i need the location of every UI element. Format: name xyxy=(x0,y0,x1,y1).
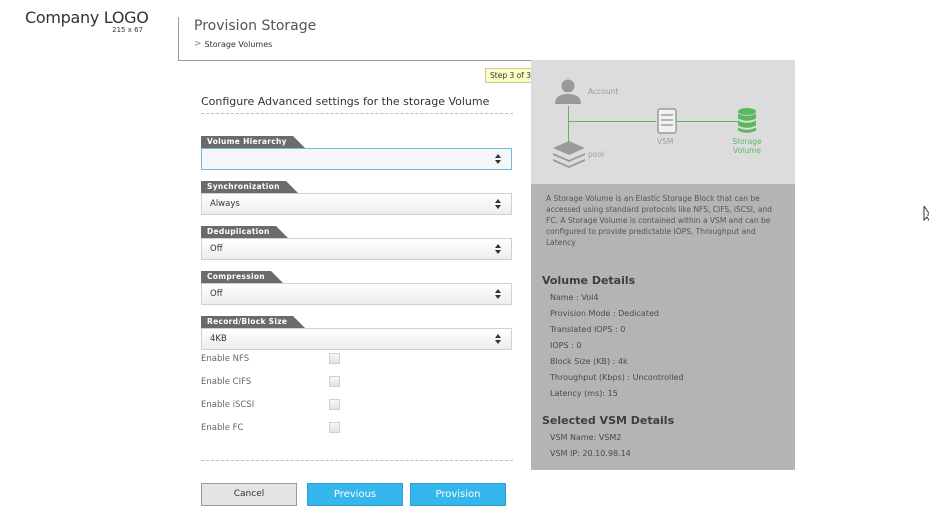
synchronization-field: Synchronization Always xyxy=(201,174,512,215)
storage-volume-label-line2: Volume xyxy=(733,146,761,155)
select-arrows-icon xyxy=(495,154,501,164)
volume-detail-provision-mode: Provision Mode : Dedicated xyxy=(550,309,659,318)
breadcrumb-chevron-icon: > xyxy=(194,39,202,49)
vsm-detail-ip: VSM IP: 20.10.98.14 xyxy=(550,449,631,458)
provision-button[interactable]: Provision xyxy=(410,483,506,506)
storage-volume-description: A Storage Volume is an Elastic Storage B… xyxy=(546,194,772,247)
account-icon xyxy=(555,79,581,104)
block-size-field: Record/Block Size 4KB xyxy=(201,309,512,350)
enable-nfs-checkbox[interactable] xyxy=(329,353,340,364)
logo-text: Company LOGO xyxy=(25,8,149,27)
volume-detail-block-size: Block Size (KB) : 4k xyxy=(550,357,628,366)
volume-detail-translated-iops: Translated IOPS : 0 xyxy=(550,325,626,334)
divider xyxy=(201,113,513,114)
enable-fc-checkbox[interactable] xyxy=(329,422,340,433)
connector-line xyxy=(677,121,739,122)
enable-iscsi-row: Enable iSCSI xyxy=(201,399,351,413)
deduplication-field: Deduplication Off xyxy=(201,219,512,260)
vsm-server-icon xyxy=(657,108,677,134)
enable-cifs-checkbox[interactable] xyxy=(329,376,340,387)
field-label: Deduplication xyxy=(201,226,288,238)
select-arrows-icon xyxy=(495,244,501,254)
volume-detail-name: Name : Vol4 xyxy=(550,293,599,302)
enable-fc-row: Enable FC xyxy=(201,422,351,436)
storage-volume-database-icon xyxy=(738,108,756,133)
checkbox-label: Enable CIFS xyxy=(201,377,252,387)
select-value: Always xyxy=(210,199,240,209)
checkbox-label: Enable iSCSI xyxy=(201,400,255,410)
page-header: Provision Storage > Storage Volumes xyxy=(178,17,531,61)
field-label: Volume Hierarchy xyxy=(201,136,305,148)
select-arrows-icon xyxy=(495,199,501,209)
form-title: Configure Advanced settings for the stor… xyxy=(201,95,490,108)
select-value: Off xyxy=(210,244,223,254)
page-title: Provision Storage xyxy=(194,18,317,34)
company-logo: Company LOGO 215 x 67 xyxy=(25,8,149,34)
select-arrows-icon xyxy=(495,334,501,344)
breadcrumb-link-storage-volumes[interactable]: Storage Volumes xyxy=(205,40,273,49)
vsm-detail-name: VSM Name: VSM2 xyxy=(550,433,622,442)
field-label: Synchronization xyxy=(201,181,298,193)
workflow-diagram: Account VSM pool Storage Volume xyxy=(531,60,795,184)
synchronization-select[interactable]: Always xyxy=(201,193,512,215)
info-panel: Account VSM pool Storage Volume A Storag… xyxy=(531,60,795,470)
compression-field: Compression Off xyxy=(201,264,512,305)
connector-line xyxy=(568,121,656,122)
logo-size: 215 x 67 xyxy=(112,26,143,34)
enable-cifs-row: Enable CIFS xyxy=(201,376,351,390)
block-size-select[interactable]: 4KB xyxy=(201,328,512,350)
field-label: Record/Block Size xyxy=(201,316,306,328)
vsm-label: VSM xyxy=(657,137,674,146)
cancel-button[interactable]: Cancel xyxy=(201,483,297,506)
checkbox-label: Enable NFS xyxy=(201,354,250,364)
select-arrows-icon xyxy=(495,289,501,299)
volume-hierarchy-field: Volume Hierarchy xyxy=(201,129,512,170)
checkbox-label: Enable FC xyxy=(201,423,244,433)
breadcrumb: > Storage Volumes xyxy=(194,39,272,49)
storage-volume-label-line1: Storage xyxy=(732,137,762,146)
field-label: Compression xyxy=(201,271,283,283)
select-value: Off xyxy=(210,289,223,299)
account-label: Account xyxy=(588,87,619,96)
enable-nfs-row: Enable NFS xyxy=(201,353,351,367)
volume-hierarchy-select[interactable] xyxy=(201,148,512,170)
mouse-cursor-icon xyxy=(923,205,929,222)
select-value: 4KB xyxy=(210,334,227,344)
volume-detail-throughput: Throughput (Kbps) : Uncontrolled xyxy=(550,373,684,382)
divider xyxy=(201,460,513,461)
deduplication-select[interactable]: Off xyxy=(201,238,512,260)
previous-button[interactable]: Previous xyxy=(307,483,403,506)
pool-layers-icon xyxy=(553,141,585,168)
pool-label: pool xyxy=(588,150,605,159)
storage-volume-label: Storage Volume xyxy=(727,137,767,155)
volume-detail-iops: IOPS : 0 xyxy=(550,341,582,350)
volume-details-title: Volume Details xyxy=(542,274,636,287)
step-badge: Step 3 of 3 xyxy=(485,68,537,83)
enable-iscsi-checkbox[interactable] xyxy=(329,399,340,410)
compression-select[interactable]: Off xyxy=(201,283,512,305)
volume-detail-latency: Latency (ms): 15 xyxy=(550,389,618,398)
vsm-details-title: Selected VSM Details xyxy=(542,414,675,427)
